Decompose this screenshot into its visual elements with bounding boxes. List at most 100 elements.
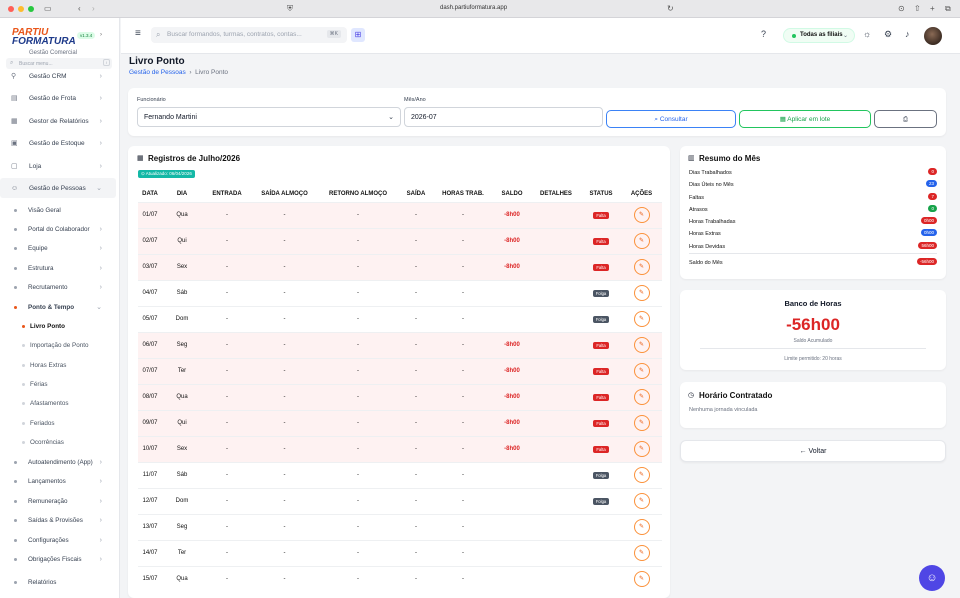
chevron-right-icon: › [99,477,102,485]
cell-status: Falta [581,331,621,358]
sidebar-item-relatorios-gestor[interactable]: ▦ Gestor de Relatórios › [0,111,116,131]
edit-button[interactable]: ✎ [633,311,650,327]
cell-status: Folga [581,305,621,332]
cell-status: Falta [581,227,621,254]
voltar-button[interactable]: ← Voltar [680,440,946,462]
browser-toolbar: ▭ ‹ › ⛨ dash.partiuformatura.app ↻ ⊙ ⇧ +… [0,0,960,18]
share-icon[interactable]: ⇧ [914,4,921,14]
cell-dia: Ter [162,357,202,384]
bell-icon[interactable]: ♪ [905,29,910,39]
edit-button[interactable]: ✎ [633,519,650,535]
chevron-down-icon: ⌄ [96,185,102,192]
app-logo[interactable]: PARTIU FORMATURA [12,28,76,47]
cell-saldo: -8h00 [493,331,531,358]
cell-horas: - [433,513,493,540]
subitem-autoatendimento[interactable]: Autoatendimento (App) › [0,453,116,471]
close-window-button[interactable] [8,6,14,12]
theme-sun-icon[interactable]: ☼ [863,29,871,39]
subitem-remuneracao[interactable]: Remuneração › [0,492,116,510]
ponto-item-afastamentos[interactable]: Afastamentos [0,394,116,412]
reload-icon[interactable]: ↻ [667,4,674,14]
subitem-visao-geral[interactable]: Visão Geral [0,201,116,219]
sidebar-item-loja[interactable]: ▢ Loja › [0,156,116,176]
edit-button[interactable]: ✎ [633,233,650,249]
status-badge: Falta [593,419,609,427]
ponto-item-horas-extras[interactable]: Horas Extras [0,356,116,374]
col-saida-almoco: SAÍDA ALMOÇO [261,190,308,197]
edit-button[interactable]: ✎ [633,441,650,457]
ponto-item-feriados[interactable]: Feriados [0,414,116,432]
subitem-label: Estrutura [28,264,54,272]
cell-horas: - [433,279,493,306]
filial-selector[interactable]: Todas as filiais ⌄ [783,28,855,43]
new-tab-icon[interactable]: + [930,4,935,14]
subitem-relatorios[interactable]: Relatórios [0,573,116,591]
funcionario-value: Fernando Martini [144,114,197,121]
subitem-portal[interactable]: Portal do Colaborador › [0,220,116,238]
funcionario-label: Funcionário [137,97,166,103]
edit-button[interactable]: ✎ [633,467,650,483]
sidebar-item-crm[interactable]: ⚲ Gestão CRM › [0,66,116,86]
ponto-item-livro[interactable]: Livro Ponto [0,317,116,335]
edit-button[interactable]: ✎ [633,207,650,223]
maximize-window-button[interactable] [28,6,34,12]
help-icon[interactable]: ? [761,29,766,39]
address-bar[interactable]: dash.partiuformatura.app [440,5,507,11]
subitem-obrigacoes[interactable]: Obrigações Fiscais › [0,550,116,568]
cell-saida: - [399,305,433,332]
subitem-lancamentos[interactable]: Lançamentos › [0,472,116,490]
consultar-button[interactable]: ⌕ Consultar [606,110,736,128]
breadcrumb-link[interactable]: Gestão de Pessoas [129,69,186,76]
settings-gear-icon[interactable]: ⚙ [884,29,892,40]
back-icon[interactable]: ‹ [78,4,81,14]
mes-input[interactable]: 2026-07 [404,107,603,127]
subitem-estrutura[interactable]: Estrutura › [0,259,116,277]
apps-grid-button[interactable]: ⊞ [351,28,365,42]
cell-saida: - [399,357,433,384]
forward-icon[interactable]: › [92,4,95,14]
edit-button[interactable]: ✎ [633,285,650,301]
cell-data: 02/07 [138,227,162,254]
aplicar-lote-button[interactable]: ▦ Aplicar em lote [739,110,871,128]
tabs-overview-icon[interactable]: ⧉ [945,4,951,14]
subitem-equipe[interactable]: Equipe › [0,239,116,257]
ponto-item-ocorrencias[interactable]: Ocorrências [0,433,116,451]
subitem-configuracoes[interactable]: Configurações › [0,531,116,549]
menu-icon[interactable]: ≡ [135,28,141,39]
cell-horas: - [433,565,493,592]
support-chat-button[interactable]: ☺ [919,565,945,591]
subitem-ponto-tempo[interactable]: Ponto & Tempo ⌄ [0,298,116,316]
cell-saldo: -8h00 [493,435,531,462]
edit-button[interactable]: ✎ [633,389,650,405]
ponto-item-ferias[interactable]: Férias [0,375,116,393]
edit-button[interactable]: ✎ [633,259,650,275]
sidebar-item-pessoas[interactable]: ☺ Gestão de Pessoas ⌄ [0,178,116,198]
edit-button[interactable]: ✎ [633,337,650,353]
cell-retorno-almoco: - [317,331,399,358]
global-search-input[interactable]: ⌕ Buscar formandos, turmas, contratos, c… [151,27,347,43]
cell-entrada: - [202,409,252,436]
cell-retorno-almoco: - [317,487,399,514]
status-badge: Falta [593,237,609,245]
edit-button[interactable]: ✎ [633,545,650,561]
edit-button[interactable]: ✎ [633,493,650,509]
cell-horas: - [433,539,493,566]
print-button[interactable]: ⎙ [874,110,937,128]
minimize-window-button[interactable] [18,6,24,12]
sidebar-item-frota[interactable]: ▤ Gestão de Frota › [0,88,116,108]
avatar[interactable] [924,27,942,45]
sidebar-item-estoque[interactable]: ▣ Gestão de Estoque › [0,133,116,153]
subitem-recrutamento[interactable]: Recrutamento › [0,278,116,296]
ponto-item-importacao[interactable]: Importação de Ponto [0,336,116,354]
chevron-right-icon: › [100,32,102,38]
download-icon[interactable]: ⊙ [898,4,905,14]
funcionario-select[interactable]: Fernando Martini ⌄ [137,107,401,127]
edit-button[interactable]: ✎ [633,363,650,379]
edit-button[interactable]: ✎ [633,571,650,588]
cell-retorno-almoco: - [317,201,399,228]
sidebar-item-cut[interactable]: Gestão Comercial [29,50,77,56]
subitem-saidas[interactable]: Saídas & Provisões › [0,511,116,529]
cell-entrada: - [202,253,252,280]
edit-button[interactable]: ✎ [633,415,650,431]
sidebar-toggle-icon[interactable]: ▭ [44,4,52,14]
